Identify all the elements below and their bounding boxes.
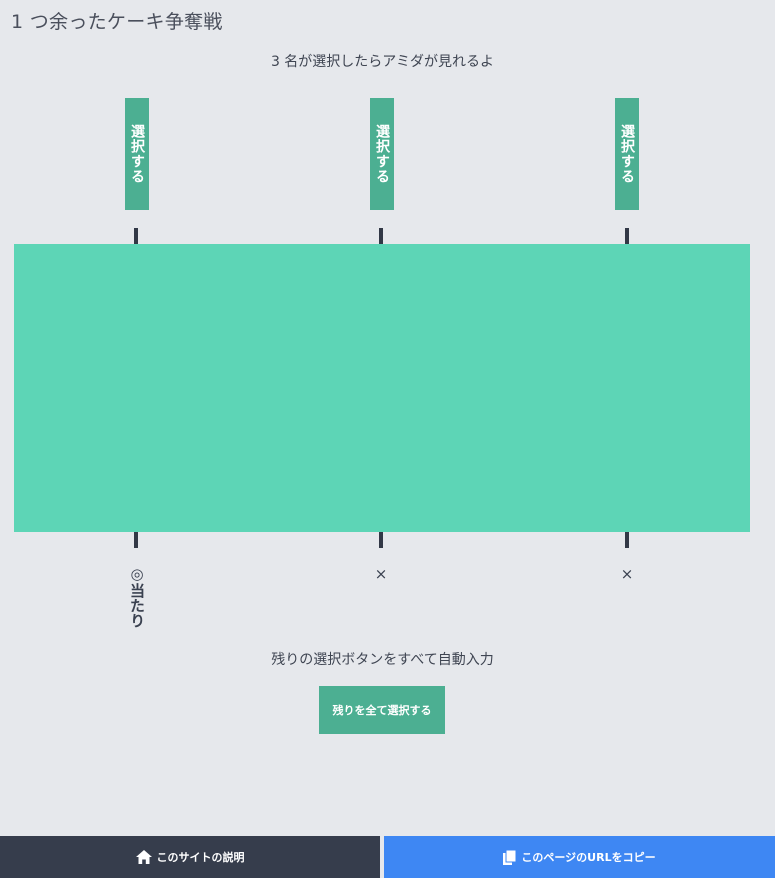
footer-bar: このサイトの説明 このページのURLをコピー [0,836,775,878]
result-lose-2: × [374,565,388,583]
about-site-label: このサイトの説明 [156,851,245,864]
amida-bottom-tick-2 [379,532,383,548]
amida-board-cover [14,244,750,532]
amida-top-tick-1 [134,228,138,244]
copy-url-button[interactable]: このページのURLをコピー [384,836,775,878]
amida-bottom-tick-1 [134,532,138,548]
result-lose-3: × [620,565,634,583]
amida-top-tick-2 [379,228,383,244]
amida-bottom-tick-3 [625,532,629,548]
amida-top-tick-3 [625,228,629,244]
copy-icon [503,849,517,865]
select-all-button[interactable]: 残りを全て選択する [319,686,445,734]
result-win: ◎当たり [128,565,146,628]
copy-url-label: このページのURLをコピー [521,851,656,864]
auto-fill-caption: 残りの選択ボタンをすべて自動入力 [271,652,494,668]
home-icon [135,850,152,864]
about-site-button[interactable]: このサイトの説明 [0,836,380,878]
page-title: 1 つ余ったケーキ争奪戦 [11,11,223,33]
select-button-3[interactable]: 選択する [615,98,639,210]
select-button-1[interactable]: 選択する [125,98,149,210]
instruction-text: 3 名が選択したらアミダが見れるよ [270,54,495,70]
select-button-2[interactable]: 選択する [370,98,394,210]
